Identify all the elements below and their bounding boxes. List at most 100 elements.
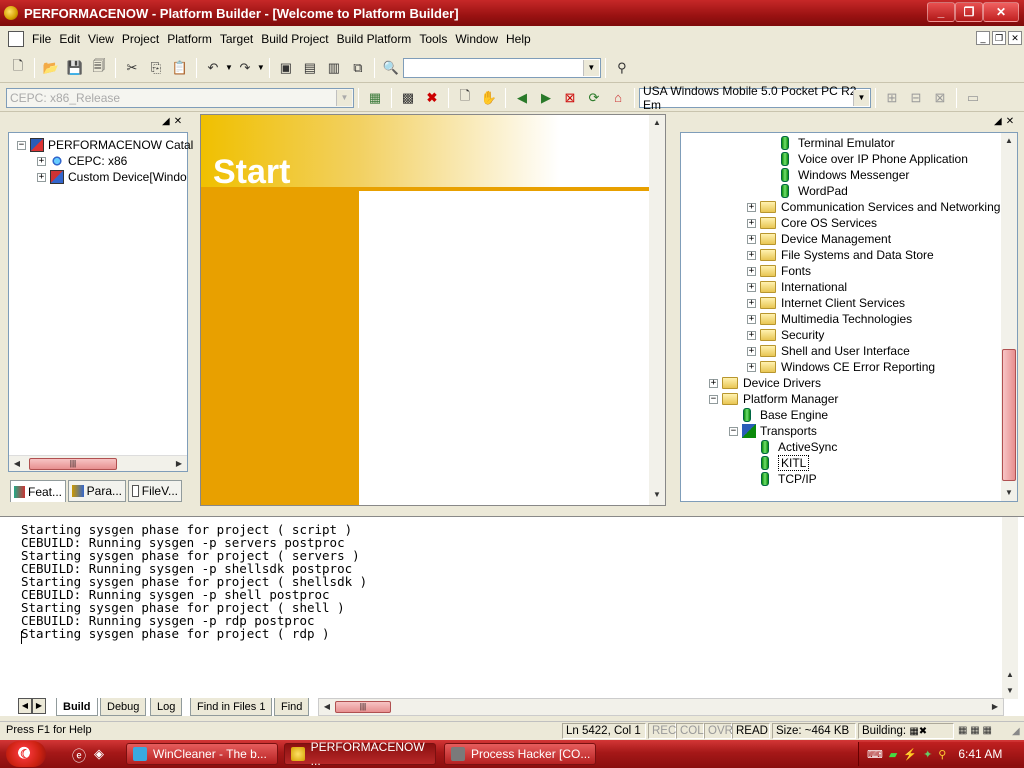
catalog-tree-item[interactable]: WordPad (781, 183, 848, 199)
expand-icon[interactable]: + (37, 156, 46, 166)
configuration-combo[interactable]: CEPC: x86_Release ▼ (6, 87, 354, 108)
catalog-tree-item[interactable]: + Device Drivers (709, 375, 821, 391)
scroll-up-icon[interactable]: ▲ (1002, 667, 1018, 683)
open-folder-icon[interactable]: 📂 (41, 58, 61, 78)
scroll-up-icon[interactable]: ▲ (1001, 133, 1017, 149)
catalog-tree-item[interactable]: + Fonts (747, 263, 811, 279)
scroll-thumb[interactable] (1002, 349, 1016, 481)
redo-icon[interactable]: ↷ (235, 58, 255, 78)
clock[interactable]: 6:41 AM (958, 747, 1002, 761)
menu-tools[interactable]: Tools (415, 30, 451, 48)
catalog-tree-item[interactable]: + Shell and User Interface (747, 343, 910, 359)
catalog-tree-item[interactable]: + Device Management (747, 231, 891, 247)
find-combo[interactable]: ▼ (402, 57, 601, 78)
menu-target[interactable]: Target (216, 30, 257, 48)
disconnect-device-icon[interactable]: ⊟ (906, 88, 926, 108)
paste-icon[interactable]: 📋 (170, 58, 190, 78)
scroll-thumb[interactable]: ||| (29, 458, 117, 470)
expand-icon[interactable]: + (747, 218, 756, 228)
sdk-combo[interactable]: USA Windows Mobile 5.0 Pocket PC R2 Em ▼ (639, 84, 871, 112)
horizontal-scrollbar[interactable]: ◀ ||| ▶ (9, 455, 187, 471)
scroll-up-icon[interactable]: ▲ (649, 115, 665, 131)
catalog-tree-item[interactable]: ActiveSync (761, 439, 837, 455)
catalog-tree-item[interactable]: + Internet Client Services (747, 295, 905, 311)
scroll-right-icon[interactable]: ▶ (987, 699, 1003, 715)
stop-build-icon[interactable]: ✖ (422, 88, 442, 108)
chevron-down-icon[interactable]: ▼ (336, 89, 352, 106)
catalog-tree-item[interactable]: TCP/IP (761, 471, 817, 487)
tab-log[interactable]: Log (150, 698, 183, 716)
catalog-tree-item[interactable]: + International (747, 279, 847, 295)
rebuild-icon[interactable]: ▩ (398, 88, 418, 108)
expand-icon[interactable]: + (747, 282, 756, 292)
refresh-icon[interactable]: ⟳ (584, 88, 604, 108)
catalog-tree-item[interactable]: Terminal Emulator (781, 135, 895, 151)
home-icon[interactable]: ⌂ (608, 88, 628, 108)
workspace-icon[interactable]: ▣ (276, 58, 296, 78)
save-icon[interactable]: 💾 (65, 58, 85, 78)
new-page-icon[interactable]: 🗋 (455, 88, 475, 108)
collapse-icon[interactable]: − (729, 426, 738, 436)
scroll-thumb[interactable]: ||| (335, 701, 391, 713)
expand-icon[interactable]: + (747, 362, 756, 372)
undo-dropdown-icon[interactable]: ▼ (225, 63, 233, 72)
menu-build-project[interactable]: Build Project (257, 30, 332, 48)
tab-find[interactable]: Find (274, 698, 310, 716)
catalog-tree-item[interactable]: Base Engine (743, 407, 828, 423)
expand-icon[interactable]: + (747, 330, 756, 340)
stop-icon[interactable]: ⊠ (560, 88, 580, 108)
mdi-close-button[interactable]: ✕ (1008, 31, 1022, 45)
catalog-tree-item[interactable]: + Windows CE Error Reporting (747, 359, 935, 375)
expand-icon[interactable]: + (747, 250, 756, 260)
copy-icon[interactable]: ⎘ (146, 58, 166, 78)
catalog-tree-item[interactable]: + Core OS Services (747, 215, 877, 231)
menu-view[interactable]: View (84, 30, 118, 48)
tab-next-icon[interactable]: ▶ (32, 698, 46, 714)
scroll-right-icon[interactable]: ▶ (171, 456, 187, 472)
tab-feature-view[interactable]: Feat... (10, 480, 66, 502)
find-in-files-icon[interactable]: 🔍 (381, 58, 401, 78)
panel-pin-icon[interactable]: ◢ (162, 116, 170, 128)
collapse-icon[interactable]: − (17, 140, 26, 150)
vertical-scrollbar[interactable]: ▲ ▼ (649, 115, 665, 505)
resize-grip-icon[interactable]: ◢ (1012, 726, 1020, 737)
chevron-down-icon[interactable]: ▼ (853, 89, 869, 106)
tree-item-catalog[interactable]: − PERFORMACENOW Catal (17, 137, 193, 153)
close-button[interactable]: ✕ (983, 2, 1019, 22)
back-icon[interactable]: ◀ (512, 88, 532, 108)
panel-close-icon[interactable]: ✕ (1006, 116, 1014, 128)
scroll-left-icon[interactable]: ◀ (9, 456, 25, 472)
catalog-tree-item[interactable]: + File Systems and Data Store (747, 247, 934, 263)
undo-icon[interactable]: ↶ (203, 58, 223, 78)
tab-debug[interactable]: Debug (100, 698, 147, 716)
expand-icon[interactable]: + (747, 234, 756, 244)
catalog-tree-item[interactable]: + Communication Services and Networking (747, 199, 1000, 215)
attach-device-icon[interactable]: ⊠ (930, 88, 950, 108)
menu-edit[interactable]: Edit (55, 30, 84, 48)
tab-file-view[interactable]: FileV... (128, 480, 182, 502)
collapse-icon[interactable]: − (709, 394, 718, 404)
scroll-down-icon[interactable]: ▼ (1001, 485, 1017, 501)
network-icon[interactable]: ▰ (889, 748, 897, 761)
connect-device-icon[interactable]: ⊞ (882, 88, 902, 108)
build-icon[interactable]: ▦ (365, 88, 385, 108)
expand-icon[interactable]: + (37, 172, 46, 182)
cut-icon[interactable]: ✂ (122, 58, 142, 78)
forward-icon[interactable]: ▶ (536, 88, 556, 108)
find-binoculars-icon[interactable]: ⚲ (612, 58, 632, 78)
menu-build-platform[interactable]: Build Platform (333, 30, 416, 48)
catalog-tree-item[interactable]: KITL (761, 455, 810, 471)
tab-prev-icon[interactable]: ◀ (18, 698, 32, 714)
taskbar-item-wincleaner[interactable]: WinCleaner - The b... (126, 743, 278, 765)
expand-icon[interactable]: + (747, 266, 756, 276)
menu-platform[interactable]: Platform (163, 30, 216, 48)
taskbar-item-process-hacker[interactable]: Process Hacker [CO... (444, 743, 596, 765)
tab-parameter-view[interactable]: Para... (68, 480, 126, 502)
keyboard-icon[interactable]: ⌨ (867, 748, 883, 761)
output-horizontal-scrollbar[interactable]: ◀ ||| ▶ (318, 698, 1004, 716)
panel-pin-icon[interactable]: ◢ (994, 116, 1002, 128)
browser-quicklaunch-icon[interactable]: ⓔ (72, 746, 86, 766)
catalog-tree-item[interactable]: + Security (747, 327, 824, 343)
hand-icon[interactable]: ✋ (479, 88, 499, 108)
catalog-tree-item[interactable]: + Multimedia Technologies (747, 311, 912, 327)
